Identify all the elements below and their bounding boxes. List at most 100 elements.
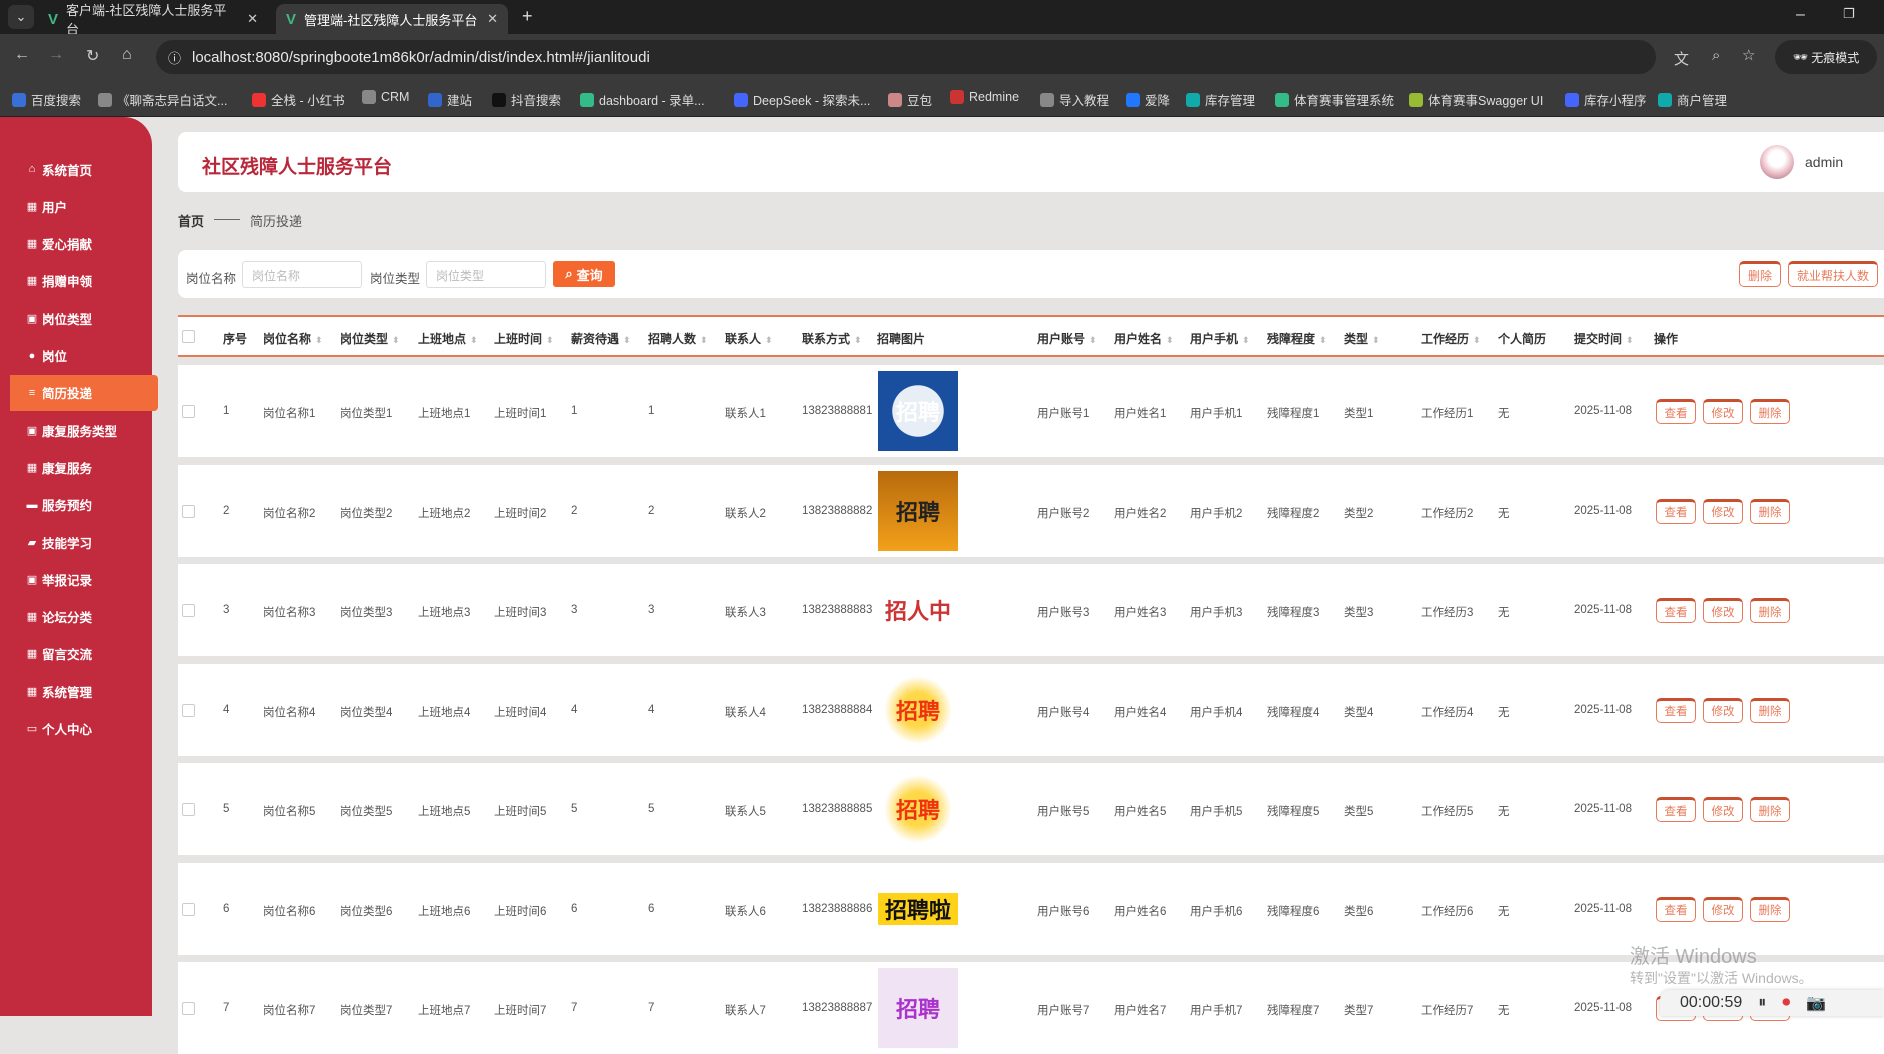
row-checkbox[interactable]	[182, 504, 195, 518]
restore-button[interactable]: ❐	[1843, 6, 1855, 22]
delete-button[interactable]: 删除	[1750, 498, 1790, 524]
sidebar-item[interactable]: ▣ 举报记录	[26, 561, 156, 597]
view-button[interactable]: 查看	[1656, 697, 1696, 723]
column-header[interactable]: 岗位名称 ⬍	[263, 330, 323, 347]
sidebar-item[interactable]: ▭ 个人中心	[26, 711, 156, 747]
column-header[interactable]: 招聘人数 ⬍	[648, 330, 708, 347]
edit-button[interactable]: 修改	[1703, 498, 1743, 524]
reload-icon[interactable]: ↻	[86, 46, 99, 66]
sidebar-item[interactable]: ▦ 爱心捐献	[26, 226, 156, 262]
sort-icon[interactable]: ⬍	[315, 335, 323, 345]
tab-admin[interactable]: V 管理端-社区残障人士服务平台 ✕	[276, 4, 508, 34]
breadcrumb-home[interactable]: 首页	[178, 211, 204, 230]
column-header[interactable]: 岗位类型 ⬍	[340, 330, 400, 347]
edit-button[interactable]: 修改	[1703, 598, 1743, 623]
sidebar-item[interactable]: ▰ 技能学习	[26, 524, 156, 560]
column-header[interactable]: 用户姓名 ⬍	[1114, 330, 1174, 347]
delete-button[interactable]: 删除	[1750, 598, 1790, 623]
row-checkbox[interactable]	[182, 604, 195, 617]
view-button[interactable]: 查看	[1656, 598, 1696, 623]
forward-icon[interactable]: →	[48, 46, 64, 64]
bookmark-item[interactable]: 抖音搜索	[492, 90, 561, 109]
bookmark-item[interactable]: 体育赛事Swagger UI	[1409, 90, 1543, 109]
zoom-icon[interactable]: ⌕	[1712, 47, 1720, 64]
column-header[interactable]: 用户手机 ⬍	[1190, 330, 1250, 347]
view-button[interactable]: 查看	[1656, 896, 1696, 922]
sort-icon[interactable]: ⬍	[1626, 335, 1634, 345]
row-checkbox[interactable]	[182, 803, 195, 816]
stop-icon[interactable]: ⏺	[1782, 994, 1790, 1012]
bookmark-item[interactable]: 体育赛事管理系统	[1275, 90, 1394, 109]
sort-icon[interactable]: ⬍	[765, 335, 773, 345]
sort-icon[interactable]: ⬍	[470, 335, 478, 345]
query-button[interactable]: ⌕ 查询	[553, 261, 615, 287]
sort-icon[interactable]: ⬍	[700, 335, 708, 345]
bookmark-item[interactable]: 商户管理	[1658, 90, 1727, 109]
close-icon[interactable]: ✕	[487, 11, 498, 27]
sidebar-item[interactable]: ≡ 简历投递	[10, 374, 158, 411]
edit-button[interactable]: 修改	[1703, 797, 1743, 822]
sort-icon[interactable]: ⬍	[1473, 335, 1481, 345]
edit-button[interactable]: 修改	[1703, 896, 1743, 922]
delete-button[interactable]: 删除	[1750, 697, 1790, 723]
sidebar-item[interactable]: ▦ 康复服务	[26, 449, 156, 485]
new-tab-button[interactable]: +	[522, 6, 533, 27]
delete-button[interactable]: 删除	[1750, 896, 1790, 922]
home-icon[interactable]: ⌂	[122, 46, 132, 64]
edit-button[interactable]: 修改	[1703, 399, 1743, 424]
close-icon[interactable]: ✕	[247, 11, 258, 27]
bookmark-item[interactable]: 百度搜索	[12, 90, 81, 109]
select-all-checkbox[interactable]	[182, 330, 195, 343]
sidebar-item[interactable]: ▦ 留言交流	[26, 636, 156, 672]
bookmark-item[interactable]: 全栈 - 小红书	[252, 90, 345, 109]
sidebar-item[interactable]: ▣ 康复服务类型	[26, 412, 156, 448]
row-checkbox[interactable]	[182, 405, 195, 418]
bookmark-item[interactable]: 豆包	[888, 90, 932, 109]
bookmark-item[interactable]: 导入教程	[1040, 90, 1109, 109]
bookmark-item[interactable]: DeepSeek - 探索未...	[734, 90, 870, 109]
column-header[interactable]: 联系方式 ⬍	[802, 330, 862, 347]
job-type-input[interactable]: 岗位类型	[426, 261, 546, 288]
column-header[interactable]: 上班地点 ⬍	[418, 330, 478, 347]
column-header[interactable]: 薪资待遇 ⬍	[571, 330, 631, 347]
star-icon[interactable]: ☆	[1742, 46, 1755, 64]
sort-icon[interactable]: ⬍	[1166, 335, 1174, 345]
delete-button[interactable]: 删除	[1750, 797, 1790, 822]
delete-button[interactable]: 删除	[1750, 399, 1790, 424]
row-checkbox[interactable]	[182, 703, 195, 717]
job-name-input[interactable]: 岗位名称	[242, 261, 362, 288]
sort-icon[interactable]: ⬍	[546, 335, 554, 345]
address-bar[interactable]: ⓘ localhost:8080/springboote1m86k0r/admin…	[156, 40, 1755, 74]
bookmark-item[interactable]: 建站	[428, 90, 472, 109]
camera-icon[interactable]: 📷	[1806, 993, 1826, 1013]
pause-icon[interactable]: ⏸	[1758, 994, 1766, 1012]
view-button[interactable]: 查看	[1656, 498, 1696, 524]
sort-icon[interactable]: ⬍	[392, 335, 400, 345]
sidebar-item[interactable]: ▦ 捐赠申领	[26, 263, 156, 299]
sidebar-item[interactable]: ▦ 用户	[26, 188, 156, 224]
column-header[interactable]: 工作经历 ⬍	[1421, 330, 1481, 347]
row-checkbox[interactable]	[182, 902, 195, 916]
bookmark-item[interactable]: CRM	[362, 90, 409, 104]
sidebar-item[interactable]: ▦ 系统管理	[26, 673, 156, 709]
row-checkbox[interactable]	[182, 1002, 195, 1015]
incognito-button[interactable]: 🕶 无痕模式	[1775, 40, 1877, 74]
tab-search-dropdown[interactable]: ⌄	[8, 5, 34, 29]
bookmark-item[interactable]: Redmine	[950, 90, 1019, 104]
sort-icon[interactable]: ⬍	[854, 335, 862, 345]
sidebar-item[interactable]: ▣ 岗位类型	[26, 300, 156, 336]
minimize-button[interactable]: –	[1796, 6, 1805, 24]
column-header[interactable]: 上班时间 ⬍	[494, 330, 554, 347]
batch-delete-button[interactable]: 删除	[1739, 261, 1781, 287]
edit-button[interactable]: 修改	[1703, 697, 1743, 723]
translate-icon[interactable]: 文	[1674, 48, 1689, 69]
tab-client[interactable]: V 客户端-社区残障人士服务平台 ✕	[38, 3, 268, 37]
sort-icon[interactable]: ⬍	[1242, 335, 1250, 345]
sort-icon[interactable]: ⬍	[623, 335, 631, 345]
sort-icon[interactable]: ⬍	[1372, 335, 1380, 345]
back-icon[interactable]: ←	[14, 46, 30, 64]
view-button[interactable]: 查看	[1656, 399, 1696, 424]
sort-icon[interactable]: ⬍	[1089, 335, 1097, 345]
avatar[interactable]	[1760, 145, 1794, 179]
sidebar-item[interactable]: ⌂ 系统首页	[26, 151, 156, 187]
